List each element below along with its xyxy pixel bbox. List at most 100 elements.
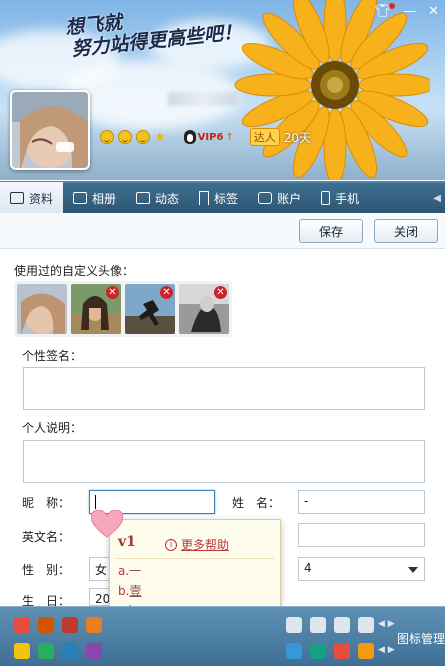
heart-icon <box>91 510 123 538</box>
used-avatar-thumb[interactable]: ✕ <box>125 284 175 334</box>
tab-album[interactable]: 相册 <box>63 182 126 214</box>
candidate-key: a. <box>118 564 130 578</box>
right-input[interactable] <box>298 523 425 547</box>
nickname-label: 昵 称： <box>22 496 71 510</box>
used-avatars-list: ✕ ✕ ✕ <box>14 281 232 337</box>
skin-shirt-icon[interactable]: 👕︎ <box>375 3 395 19</box>
tab-label: 标签 <box>214 191 239 206</box>
name-label: 姓 名： <box>232 496 281 510</box>
right-select-value: 4 <box>304 561 312 575</box>
game-app-icon[interactable] <box>38 617 54 633</box>
info-icon: i <box>165 538 177 551</box>
remove-avatar-icon[interactable]: ✕ <box>106 286 119 299</box>
candidate-key: b. <box>118 584 130 598</box>
ime-help-label: 更多帮助 <box>181 538 230 552</box>
arrow-up-icon: ↑ <box>225 131 234 143</box>
vip-level: VIP6 <box>197 131 224 143</box>
description-textarea[interactable] <box>23 440 425 483</box>
tab-bar: 资料 相册 动态 标签 账户 手机 ◀ <box>0 181 445 214</box>
penguin-app-icon[interactable] <box>14 617 30 633</box>
tab-profile[interactable]: 资料 <box>0 182 64 214</box>
tab-label: 相册 <box>92 191 117 206</box>
browser-app-icon[interactable] <box>310 643 326 659</box>
icon-page-arrows-icon[interactable]: ◀ ▶ <box>378 645 395 655</box>
divider <box>116 558 274 559</box>
daren-badge[interactable]: 达人 20天 <box>249 128 312 146</box>
tab-label: 手机 <box>335 191 360 206</box>
used-avatar-thumb[interactable] <box>17 284 67 334</box>
weather-app-icon[interactable] <box>286 643 302 659</box>
ime-more-help[interactable]: i 更多帮助 <box>165 536 229 553</box>
app-store-icon[interactable] <box>62 643 78 659</box>
status-row: ★ VIP6 ↑ 达人 20天 <box>100 128 311 146</box>
signature-textarea[interactable] <box>23 367 425 410</box>
candidate-text: 一 <box>129 564 142 578</box>
tab-label: 动态 <box>155 191 180 206</box>
feed-icon <box>136 192 151 204</box>
tab-tags[interactable]: 标签 <box>189 182 248 214</box>
shop-app-icon[interactable] <box>86 617 102 633</box>
signature-label: 个性签名： <box>22 349 83 363</box>
level-sun-icon <box>118 130 132 144</box>
tab-phone[interactable]: 手机 <box>311 182 369 214</box>
icon-manager-link[interactable]: 图标管理 <box>397 630 445 647</box>
tab-scroll-left-icon[interactable]: ◀ <box>433 193 441 204</box>
candidate-text: 壹 <box>129 584 142 598</box>
tab-feed[interactable]: 动态 <box>126 182 189 214</box>
ime-candidate[interactable]: a.一 <box>118 562 141 579</box>
remove-avatar-icon[interactable]: ✕ <box>214 286 227 299</box>
name-input[interactable]: - <box>298 490 425 514</box>
level-sun-icon <box>136 130 150 144</box>
avatar[interactable] <box>10 90 90 170</box>
gender-value: 女 <box>95 563 108 577</box>
wallet-icon <box>258 192 273 204</box>
mail-app-icon[interactable] <box>38 643 54 659</box>
phone-icon <box>321 191 331 205</box>
diamond-icon[interactable] <box>358 617 374 633</box>
toolbar: 保存 关闭 <box>0 213 445 249</box>
close-button[interactable]: 关闭 <box>374 219 438 243</box>
minimize-icon[interactable]: — <box>403 4 416 19</box>
english-name-label: 英文名： <box>22 530 71 544</box>
ime-candidate[interactable]: b.壹 <box>118 582 141 599</box>
right-select[interactable]: 4 <box>298 557 425 581</box>
vip-badge[interactable]: VIP6 ↑ <box>183 130 234 144</box>
icon-page-arrows-icon[interactable]: ◀ ▶ <box>378 619 395 629</box>
text-caret <box>95 495 96 509</box>
active-days: 20天 <box>283 130 312 145</box>
bookmark-icon <box>199 191 210 205</box>
level-sun-icon <box>100 130 114 144</box>
level-star-icon: ★ <box>154 129 166 145</box>
name-value: - <box>304 494 309 508</box>
sunflower-image <box>234 0 430 180</box>
diamond-icon[interactable] <box>310 617 326 633</box>
diamond-icon[interactable] <box>286 617 302 633</box>
penguin-app-icon[interactable] <box>334 643 350 659</box>
tab-account[interactable]: 账户 <box>248 182 311 214</box>
used-avatar-thumb[interactable]: ✕ <box>179 284 229 334</box>
app-icon-bar: ◀ ▶ ◀ ▶ 图标管理 <box>0 606 445 666</box>
profile-banner: 想飞就 努力站得更高些吧！ 👕︎ — ✕ ★ VIP6 ↑ 达人 20天 <box>0 0 445 180</box>
diamond-icon[interactable] <box>334 617 350 633</box>
close-icon[interactable]: ✕ <box>428 4 439 19</box>
used-avatar-thumb[interactable]: ✕ <box>71 284 121 334</box>
chevron-down-icon <box>408 567 418 573</box>
profile-card-icon <box>10 192 24 204</box>
avatar-thumb-image <box>17 284 67 334</box>
avatar-image <box>12 92 88 168</box>
window-controls: 👕︎ — ✕ <box>375 3 439 19</box>
tab-label: 资料 <box>29 191 54 206</box>
gender-label: 性 别： <box>22 563 71 577</box>
remove-avatar-icon[interactable]: ✕ <box>160 286 173 299</box>
used-avatars-label: 使用过的自定义头像： <box>14 264 135 278</box>
daren-label: 达人 <box>249 128 280 146</box>
photo-album-icon <box>73 192 88 204</box>
qzone-app-icon[interactable] <box>358 643 374 659</box>
nickname-blurred <box>168 92 238 106</box>
penguin-icon <box>183 130 196 144</box>
save-button[interactable]: 保存 <box>299 219 363 243</box>
pet-app-icon[interactable] <box>14 643 30 659</box>
video-app-icon[interactable] <box>86 643 102 659</box>
description-label: 个人说明： <box>22 421 83 435</box>
music-app-icon[interactable] <box>62 617 78 633</box>
